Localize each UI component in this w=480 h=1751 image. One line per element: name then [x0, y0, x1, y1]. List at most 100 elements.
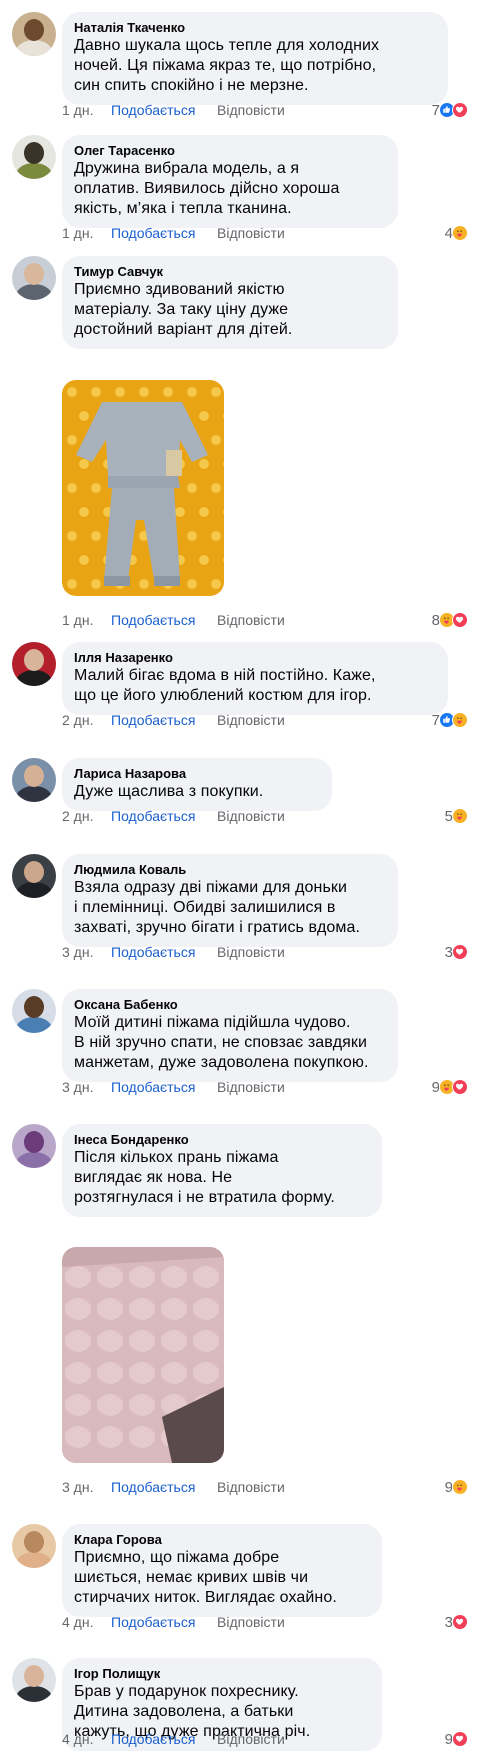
reply-button[interactable]: Відповісти	[217, 1477, 285, 1497]
comment-actions: 1 дн. Подобається Відповісти	[62, 100, 480, 120]
avatar[interactable]	[12, 854, 56, 898]
avatar[interactable]	[12, 642, 56, 686]
avatar-head	[24, 861, 44, 883]
comment-text-line: манжетам, дуже задоволена покупкою.	[74, 1054, 369, 1071]
reply-button[interactable]: Відповісти	[217, 100, 285, 120]
like-button[interactable]: Подобається	[111, 1477, 195, 1497]
comment-text-line: шиється, немає кривих швів чи	[74, 1569, 309, 1586]
comment-actions: 3 дн. Подобається Відповісти	[62, 942, 480, 962]
avatar-head	[24, 263, 44, 285]
reaction-summary[interactable]: 8	[432, 610, 468, 630]
like-button[interactable]: Подобається	[111, 100, 195, 120]
like-button[interactable]: Подобається	[111, 610, 195, 630]
comment-actions: 1 дн. Подобається Відповісти	[62, 610, 480, 630]
avatar[interactable]	[12, 135, 56, 179]
comment-author[interactable]: Наталія Ткаченко	[74, 20, 436, 36]
comment-bubble: Наталія Ткаченко Давно шукала щось тепле …	[62, 12, 448, 105]
comment-author[interactable]: Лариса Назарова	[74, 766, 320, 782]
comment-author[interactable]: Інеса Бондаренко	[74, 1132, 370, 1148]
comment-text-line: стирчачих ниток. Виглядає охайно.	[74, 1589, 337, 1606]
avatar-head	[24, 1131, 44, 1153]
love-icon	[452, 612, 468, 628]
comment-text-line: Брав у подарунок похреснику.	[74, 1683, 299, 1700]
avatar[interactable]	[12, 758, 56, 802]
reaction-summary[interactable]: 3	[445, 1612, 468, 1632]
comment-text-line: син спить спокійно і не мерзне.	[74, 77, 309, 94]
comment-text-line: ночей. Ця піжама якраз те, що потрібно,	[74, 57, 377, 74]
comment-timestamp[interactable]: 3 дн.	[62, 1077, 93, 1097]
reaction-summary[interactable]: 4	[445, 223, 468, 243]
comment-actions: 4 дн. Подобається Відповісти	[62, 1729, 480, 1749]
reaction-summary[interactable]: 7	[432, 100, 468, 120]
comment-text-line: Дитина задоволена, а батьки	[74, 1703, 294, 1720]
comment-actions: 2 дн. Подобається Відповісти	[62, 806, 480, 826]
avatar-head	[24, 996, 44, 1018]
avatar[interactable]	[12, 256, 56, 300]
pink-pajama-photo[interactable]	[62, 1247, 224, 1463]
comment-author[interactable]: Ілля Назаренко	[74, 650, 436, 666]
avatar-body	[16, 40, 52, 56]
love-icon	[452, 1731, 468, 1747]
comment-timestamp[interactable]: 1 дн.	[62, 100, 93, 120]
avatar[interactable]	[12, 12, 56, 56]
comment-author[interactable]: Оксана Бабенко	[74, 997, 386, 1013]
avatar[interactable]	[12, 1658, 56, 1702]
like-button[interactable]: Подобається	[111, 806, 195, 826]
grey-pajama-photo[interactable]	[62, 380, 224, 596]
comment-timestamp[interactable]: 4 дн.	[62, 1729, 93, 1749]
reply-button[interactable]: Відповісти	[217, 806, 285, 826]
avatar[interactable]	[12, 989, 56, 1033]
comment-author[interactable]: Тимур Савчук	[74, 264, 386, 280]
reply-button[interactable]: Відповісти	[217, 610, 285, 630]
comment-timestamp[interactable]: 1 дн.	[62, 610, 93, 630]
comment-author[interactable]: Людмила Коваль	[74, 862, 386, 878]
comment-bubble: Лариса Назарова Дуже щаслива з покупки.	[62, 758, 332, 811]
avatar-head	[24, 649, 44, 671]
comment-text-line: Після кількох прань піжама	[74, 1149, 279, 1166]
comment-timestamp[interactable]: 3 дн.	[62, 1477, 93, 1497]
reaction-summary[interactable]: 9	[445, 1729, 468, 1749]
comment-author[interactable]: Ігор Полищук	[74, 1666, 370, 1682]
comment-text-line: Взяла одразу дві піжами для доньки	[74, 879, 348, 896]
reaction-summary[interactable]: 7	[432, 710, 468, 730]
comment-timestamp[interactable]: 2 дн.	[62, 710, 93, 730]
comment-text-line: розтягнулася і не втратила форму.	[74, 1189, 335, 1206]
comment-actions: 3 дн. Подобається Відповісти	[62, 1477, 480, 1497]
avatar-body	[16, 284, 52, 300]
like-button[interactable]: Подобається	[111, 1612, 195, 1632]
comment-actions: 4 дн. Подобається Відповісти	[62, 1612, 480, 1632]
reply-button[interactable]: Відповісти	[217, 942, 285, 962]
avatar-body	[16, 1552, 52, 1568]
comment-author[interactable]: Олег Тарасенко	[74, 143, 386, 159]
comment-timestamp[interactable]: 1 дн.	[62, 223, 93, 243]
like-button[interactable]: Подобається	[111, 1729, 195, 1749]
avatar-head	[24, 765, 44, 787]
comment-text-line: Приємно здивований якістю	[74, 281, 285, 298]
reply-button[interactable]: Відповісти	[217, 1077, 285, 1097]
reply-button[interactable]: Відповісти	[217, 223, 285, 243]
reaction-summary[interactable]: 9	[445, 1477, 468, 1497]
avatar-head	[24, 1531, 44, 1553]
comment-author[interactable]: Клара Горова	[74, 1532, 370, 1548]
like-button[interactable]: Подобається	[111, 223, 195, 243]
reaction-summary[interactable]: 3	[445, 942, 468, 962]
avatar-head	[24, 1665, 44, 1687]
comment-timestamp[interactable]: 3 дн.	[62, 942, 93, 962]
reply-button[interactable]: Відповісти	[217, 1612, 285, 1632]
like-button[interactable]: Подобається	[111, 1077, 195, 1097]
comment-text-line: захваті, зручно бігати і гратись вдома.	[74, 919, 361, 936]
reaction-summary[interactable]: 5	[445, 806, 468, 826]
love-icon	[452, 1079, 468, 1095]
avatar[interactable]	[12, 1524, 56, 1568]
comment-timestamp[interactable]: 2 дн.	[62, 806, 93, 826]
avatar-head	[24, 19, 44, 41]
avatar[interactable]	[12, 1124, 56, 1168]
comment-timestamp[interactable]: 4 дн.	[62, 1612, 93, 1632]
avatar-body	[16, 786, 52, 802]
reply-button[interactable]: Відповісти	[217, 710, 285, 730]
reply-button[interactable]: Відповісти	[217, 1729, 285, 1749]
like-button[interactable]: Подобається	[111, 710, 195, 730]
reaction-summary[interactable]: 9	[432, 1077, 468, 1097]
comment-text-line: достойний варіант для дітей.	[74, 321, 293, 338]
like-button[interactable]: Подобається	[111, 942, 195, 962]
